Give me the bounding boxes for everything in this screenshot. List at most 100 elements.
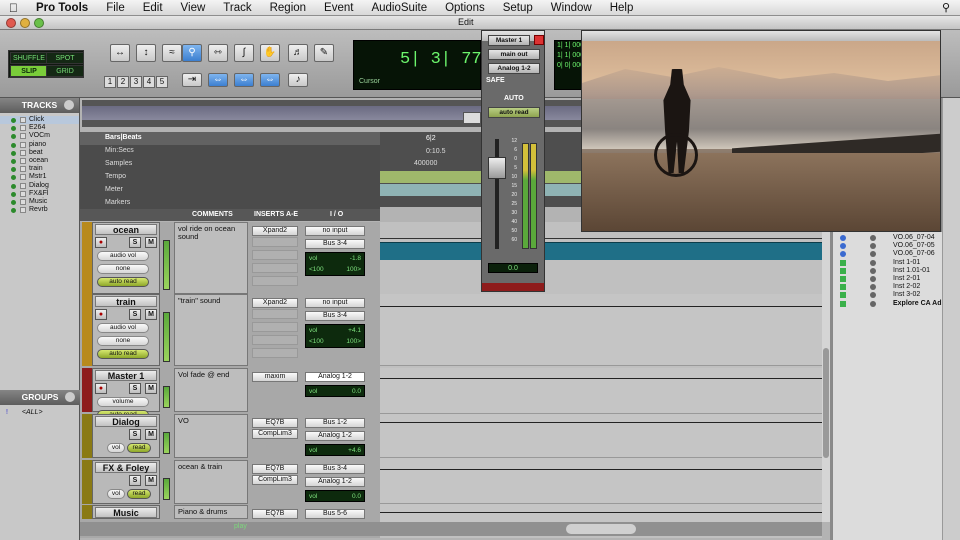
volume-readout[interactable]: vol +4.6 [305, 444, 365, 456]
track-list-item[interactable]: Dialog [0, 182, 79, 190]
visibility-icon[interactable] [11, 167, 16, 173]
insert-button[interactable]: CompLim3 [252, 475, 298, 485]
zoom-preset-4[interactable]: 4 [143, 76, 155, 88]
clip-list-item[interactable]: Inst 1.01-01 [833, 267, 942, 275]
group-item-all[interactable]: ! <ALL> [6, 409, 43, 416]
track-name[interactable]: train [95, 296, 157, 307]
visibility-icon[interactable] [11, 208, 16, 214]
track-name[interactable]: Master 1 [95, 370, 157, 381]
ruler-samples[interactable]: Samples [80, 158, 380, 171]
insert-empty[interactable] [252, 263, 298, 273]
menu-setup[interactable]: Setup [494, 2, 542, 14]
track-comments[interactable]: Piano & drums [174, 505, 248, 519]
right-scrollbar[interactable] [942, 98, 960, 540]
insert-empty[interactable] [252, 322, 298, 332]
search-icon[interactable]: ⚲ [182, 44, 202, 62]
ocean-region[interactable] [380, 242, 822, 260]
automation-selector[interactable]: audio vol [97, 323, 149, 333]
solo-button[interactable]: S [129, 383, 141, 394]
pencil-icon[interactable]: ✎ [314, 44, 334, 62]
track-list-item[interactable]: beat [0, 149, 79, 157]
speaker-icon[interactable]: ♪ [288, 73, 308, 87]
insert-empty[interactable] [252, 237, 298, 247]
insert-empty[interactable] [252, 250, 298, 260]
mixer-volume-value[interactable]: 0.0 [488, 263, 538, 273]
track-list-item[interactable]: FX&Fl [0, 190, 79, 198]
insert-button[interactable]: EQ7B [252, 509, 298, 519]
track-list-item[interactable]: Revrb [0, 206, 79, 214]
record-button[interactable]: ● [95, 309, 107, 320]
mute-button[interactable]: M [145, 475, 157, 486]
menu-edit[interactable]: Edit [134, 2, 172, 14]
group-selector[interactable]: none [97, 264, 149, 274]
menu-track[interactable]: Track [214, 2, 260, 14]
zoom-icon[interactable] [34, 18, 44, 28]
visibility-icon[interactable] [11, 150, 16, 156]
scroll-thumb[interactable] [566, 524, 636, 534]
solo-button[interactable]: S [129, 475, 141, 486]
mixer-safe-label[interactable]: SAFE [486, 77, 505, 84]
menu-event[interactable]: Event [315, 2, 362, 14]
menu-file[interactable]: File [97, 2, 134, 14]
menu-window[interactable]: Window [542, 2, 601, 14]
track-name[interactable]: ocean [95, 224, 157, 235]
volume-readout[interactable]: vol 0.0 [305, 385, 365, 397]
ruler-minsecs[interactable]: Min:Secs [80, 145, 380, 158]
visibility-icon[interactable] [11, 158, 16, 164]
insert-empty[interactable] [252, 276, 298, 286]
menu-region[interactable]: Region [261, 2, 315, 14]
track-comments[interactable]: "train" sound [174, 294, 248, 366]
minimize-icon[interactable] [20, 18, 30, 28]
mute-button[interactable]: M [145, 383, 157, 394]
visibility-icon[interactable] [11, 134, 16, 140]
visibility-icon[interactable] [11, 191, 16, 197]
track-comments[interactable]: Vol fade @ end [174, 368, 248, 412]
visibility-icon[interactable] [11, 183, 16, 189]
zoom-vertical-icon[interactable]: ↕ [136, 44, 156, 62]
insert-button[interactable]: Xpand2 [252, 298, 298, 308]
track-comments[interactable]: ocean & train [174, 460, 248, 504]
groups-header[interactable]: GROUPS [0, 390, 80, 405]
insert-empty[interactable] [252, 309, 298, 319]
automation-mode[interactable]: read [127, 443, 151, 453]
track-list-item[interactable]: Click [0, 116, 79, 125]
shuffle-mode-button[interactable]: SHUFFLE [10, 52, 48, 64]
visibility-icon[interactable] [11, 142, 16, 148]
output-selector[interactable]: Analog 1-2 [305, 477, 365, 487]
close-icon[interactable] [6, 18, 16, 28]
insert-empty[interactable] [252, 335, 298, 345]
output-selector[interactable]: Analog 1-2 [305, 431, 365, 441]
menu-audiosuite[interactable]: AudioSuite [362, 2, 436, 14]
volume-readout[interactable]: vol -1.8 <100 100> [305, 252, 365, 276]
selector-icon[interactable]: ∫ [234, 44, 254, 62]
zoom-horizontal-icon[interactable]: ↔ [110, 44, 130, 62]
clip-list-item[interactable]: VO.06_07-05 [833, 242, 942, 250]
clip-list-item[interactable]: VO.06_07-04 [833, 234, 942, 242]
main-counter[interactable]: 5| 3| 774 Cursor [353, 40, 492, 90]
track-name[interactable]: FX & Foley [95, 462, 157, 473]
insert-button[interactable]: CompLim3 [252, 429, 298, 439]
track-name[interactable]: Music [95, 507, 157, 518]
visibility-icon[interactable] [11, 175, 16, 181]
insert-button[interactable]: EQ7B [252, 464, 298, 474]
clip-list-item[interactable]: Inst 2-01 [833, 275, 942, 283]
menu-help[interactable]: Help [601, 2, 643, 14]
mute-button[interactable]: M [145, 429, 157, 440]
mute-button[interactable]: M [145, 237, 157, 248]
track-list-item[interactable]: Music [0, 198, 79, 206]
automation-selector[interactable]: vol [107, 489, 125, 499]
zoom-preset-5[interactable]: 5 [156, 76, 168, 88]
track-list-item[interactable]: ocean [0, 157, 79, 165]
mixer-analog-button[interactable]: Analog 1-2 [488, 63, 540, 74]
track-list-item[interactable]: piano [0, 141, 79, 149]
zoom-preset-2[interactable]: 2 [117, 76, 129, 88]
apple-icon[interactable]:  [0, 1, 27, 15]
trim-icon[interactable]: ⇿ [208, 44, 228, 62]
insert-button[interactable]: EQ7B [252, 418, 298, 428]
clip-list-item[interactable]: Explore CA Ad [833, 300, 942, 308]
group-selector[interactable]: none [97, 336, 149, 346]
automation-selector[interactable]: volume [97, 397, 149, 407]
hand-icon[interactable]: ✋ [260, 44, 280, 62]
visibility-icon[interactable] [11, 118, 16, 123]
grid-mode-button[interactable]: GRID [46, 65, 84, 77]
